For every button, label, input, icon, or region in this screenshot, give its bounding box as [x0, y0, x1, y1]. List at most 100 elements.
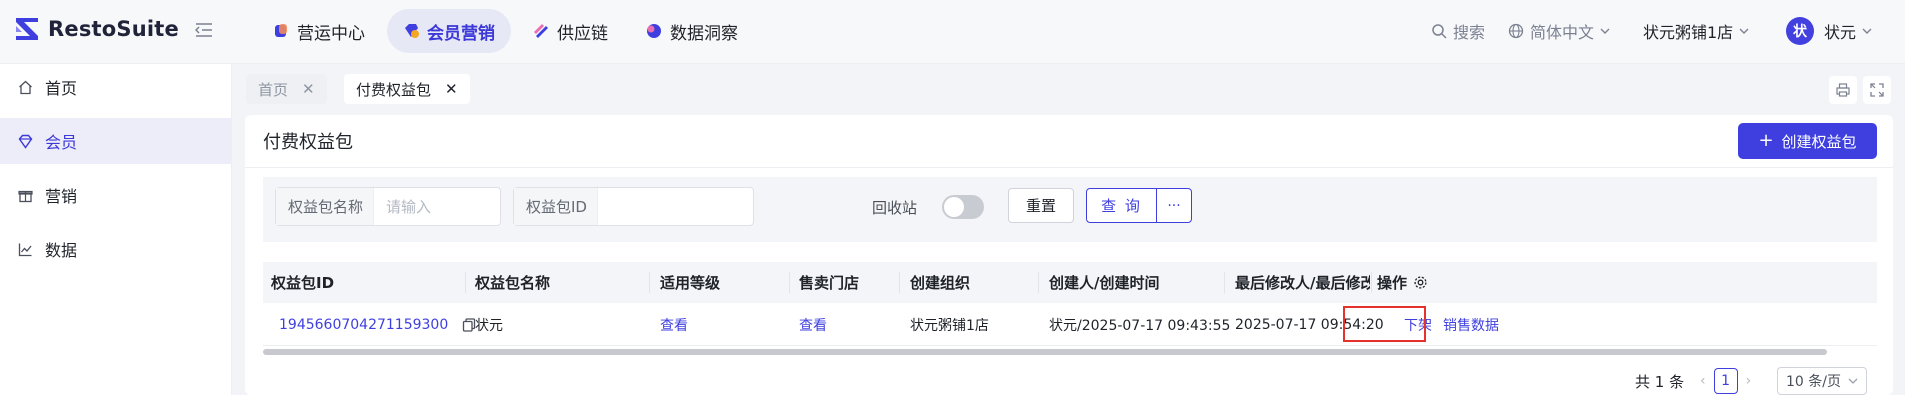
brand-logo[interactable]: RestoSuite	[14, 16, 179, 42]
column-header: 创建人/创建时间	[1049, 274, 1160, 292]
sidebar-item-data[interactable]: 数据	[0, 226, 232, 272]
expand-icon	[1870, 83, 1884, 97]
close-icon[interactable]: ✕	[302, 81, 315, 97]
page-size-label: 10 条/页	[1786, 374, 1841, 390]
search-label: 搜索	[1453, 23, 1486, 42]
prev-page-icon[interactable]: ‹	[1700, 373, 1706, 389]
query-button[interactable]: 查 询	[1086, 188, 1157, 223]
sidebar-item-home[interactable]: 首页	[0, 64, 232, 110]
sidebar-item-label: 首页	[45, 79, 78, 98]
create-benefit-pack-button[interactable]: + 创建权益包	[1738, 123, 1877, 159]
tab-paid-benefit-pack[interactable]: 付费权益包 ✕	[344, 74, 470, 104]
settings-gear-icon[interactable]	[1413, 275, 1428, 290]
nav-member-marketing[interactable]: 会员营销	[387, 9, 511, 53]
top-bar: RestoSuite 营运中心 会员营销 供应链 数据洞察 搜索 简体中文 状元…	[0, 0, 1905, 64]
table-row: 1945660704271159300 状元 查看 查看 状元粥铺1店 状元/2…	[263, 303, 1877, 346]
diamond-icon	[18, 134, 33, 149]
reset-button[interactable]: 重置	[1008, 188, 1074, 223]
page-size-select[interactable]: 10 条/页	[1777, 367, 1867, 395]
printer-icon	[1836, 83, 1850, 97]
supply-chain-icon	[534, 24, 548, 38]
sidebar-fold-icon[interactable]	[195, 22, 213, 38]
nav-data-insight[interactable]: 数据洞察	[630, 9, 754, 53]
page-size-box[interactable]: 10 条/页	[1777, 367, 1867, 395]
pack-name-label: 权益包名称	[276, 188, 375, 225]
table-header: 权益包ID 权益包名称 适用等级 售卖门店 创建组织 创建人/创建时间 最后修改…	[263, 262, 1877, 303]
column-header: 创建组织	[910, 274, 971, 292]
print-button[interactable]	[1829, 76, 1857, 104]
column-header: 售卖门店	[799, 274, 860, 292]
chevron-down-icon	[1739, 28, 1749, 34]
pack-id-label: 权益包ID	[514, 188, 598, 225]
user-name: 状元	[1824, 23, 1857, 42]
more-options-button[interactable]: ···	[1156, 188, 1192, 223]
sidebar: 首页 会员 营销 数据	[0, 64, 232, 395]
chevron-down-icon	[1862, 28, 1872, 34]
cell-pack-id: 1945660704271159300	[279, 303, 476, 346]
operations-icon	[275, 24, 287, 37]
nav-label: 营运中心	[297, 23, 365, 44]
recycle-bin-toggle[interactable]	[942, 195, 984, 219]
nav-supply-chain[interactable]: 供应链	[517, 9, 624, 53]
content-card: 付费权益包 + 创建权益包 权益包名称 权益包ID 回收站 重置 查 询 ···…	[245, 115, 1893, 395]
filter-bar: 权益包名称 权益包ID 回收站 重置 查 询 ···	[263, 177, 1877, 242]
top-nav: 营运中心 会员营销 供应链 数据洞察	[257, 9, 754, 53]
sidebar-item-marketing[interactable]: 营销	[0, 172, 232, 218]
nav-label: 供应链	[557, 23, 608, 44]
pack-name-field: 权益包名称	[275, 187, 593, 226]
cell-creator: 状元/2025-07-17 09:43:55	[1049, 317, 1231, 334]
sidebar-item-label: 营销	[45, 187, 78, 206]
member-marketing-icon	[405, 24, 419, 38]
sidebar-item-member[interactable]: 会员	[0, 118, 232, 164]
globe-icon	[1508, 23, 1524, 39]
column-header: 权益包ID	[271, 274, 335, 292]
fullscreen-button[interactable]	[1863, 76, 1891, 104]
pack-id-input[interactable]	[597, 188, 816, 225]
pagination: ‹ 1 ›	[1700, 368, 1751, 394]
highlight-box	[1343, 306, 1426, 342]
column-header: 最后修改人/最后修改时	[1235, 274, 1370, 292]
tab-label: 首页	[258, 80, 289, 99]
column-header: 权益包名称	[475, 274, 551, 292]
pagination-total: 共 1 条	[1635, 372, 1685, 391]
column-divider	[1224, 272, 1225, 293]
view-stores-link[interactable]: 查看	[799, 303, 827, 346]
language-select[interactable]: 简体中文	[1508, 0, 1610, 62]
user-menu[interactable]: 状 状元	[1786, 0, 1872, 62]
header-search[interactable]: 搜索	[1432, 0, 1485, 62]
page-number-current[interactable]: 1	[1713, 368, 1738, 394]
sales-data-link[interactable]: 销售数据	[1443, 303, 1499, 346]
recycle-bin-label: 回收站	[872, 199, 918, 217]
nav-label: 数据洞察	[670, 23, 738, 44]
tab-home[interactable]: 首页 ✕	[246, 74, 327, 104]
pack-id-link[interactable]: 1945660704271159300	[279, 317, 448, 333]
restosuite-logo-icon	[16, 18, 38, 40]
horizontal-scrollbar[interactable]	[263, 349, 1827, 355]
cell-org: 状元粥铺1店	[910, 317, 989, 334]
create-button-label: 创建权益包	[1781, 132, 1857, 151]
column-divider	[1371, 272, 1372, 293]
nav-label: 会员营销	[427, 23, 495, 44]
brand-name: RestoSuite	[48, 17, 179, 41]
search-icon	[1432, 23, 1447, 39]
avatar: 状	[1786, 17, 1814, 45]
next-page-icon[interactable]: ›	[1746, 373, 1752, 389]
toggle-knob	[944, 197, 964, 217]
column-divider	[649, 272, 650, 293]
sidebar-item-label: 会员	[45, 133, 78, 152]
column-divider	[1038, 272, 1039, 293]
store-select[interactable]: 状元粥铺1店	[1643, 0, 1749, 62]
column-divider	[789, 272, 790, 293]
nav-operations[interactable]: 营运中心	[257, 9, 381, 53]
view-levels-link[interactable]: 查看	[660, 303, 688, 346]
data-insight-icon	[647, 24, 661, 38]
plus-icon: +	[1758, 130, 1774, 151]
home-icon	[19, 80, 32, 94]
language-label: 简体中文	[1530, 23, 1595, 42]
close-icon[interactable]: ✕	[445, 81, 458, 97]
column-header-actions: 操作	[1377, 262, 1428, 303]
tab-label: 付费权益包	[356, 80, 432, 99]
cell-pack-name: 状元	[475, 317, 503, 334]
column-divider	[465, 272, 466, 293]
chevron-down-icon	[1600, 28, 1610, 34]
